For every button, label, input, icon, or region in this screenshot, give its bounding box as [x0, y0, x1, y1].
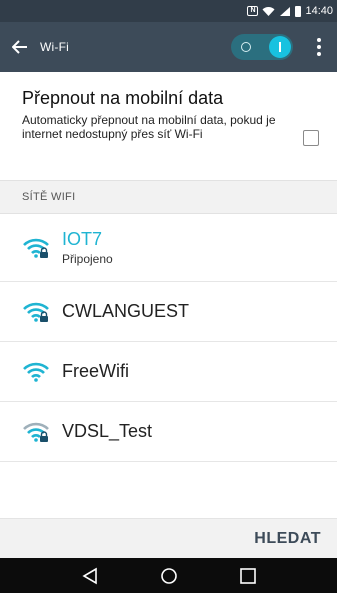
mobile-data-setting[interactable]: Přepnout na mobilní data Automaticky pře…: [0, 72, 337, 177]
wifi-open-icon: [23, 362, 49, 382]
wifi-locked-icon: [23, 422, 49, 442]
network-status: Připojeno: [62, 252, 113, 266]
wifi-toggle[interactable]: [231, 34, 293, 60]
network-name: FreeWifi: [62, 361, 129, 381]
toggle-knob: [269, 36, 291, 58]
section-header: SÍTĚ WIFI: [0, 180, 337, 214]
toggle-off-icon: [241, 42, 251, 52]
back-nav-icon[interactable]: [81, 567, 99, 585]
network-item[interactable]: CWLANGUEST: [0, 282, 337, 342]
network-name: VDSL_Test: [62, 421, 153, 441]
wifi-locked-icon: [23, 302, 49, 322]
network-list: IOT7 Připojeno CWLANGUEST FreeWifi VDSL_…: [0, 214, 337, 462]
nfc-icon: N: [247, 6, 259, 16]
network-item[interactable]: IOT7 Připojeno: [0, 214, 337, 282]
network-name: IOT7: [62, 229, 103, 249]
bottom-action-bar: HLEDAT: [0, 518, 337, 558]
status-bar: N 14:40: [0, 0, 337, 22]
network-item[interactable]: VDSL_Test: [0, 402, 337, 462]
cell-signal-icon: [280, 6, 291, 16]
overflow-menu-button[interactable]: [307, 22, 331, 72]
network-name: CWLANGUEST: [62, 301, 190, 321]
mobile-data-description: Automaticky přepnout na mobilní data, po…: [22, 113, 276, 141]
mobile-data-checkbox[interactable]: [303, 130, 319, 146]
network-item[interactable]: FreeWifi: [0, 342, 337, 402]
dot-icon: [317, 38, 321, 42]
arrow-left-icon: [12, 40, 27, 54]
back-button[interactable]: [0, 22, 40, 72]
navigation-bar: [0, 558, 337, 593]
home-nav-icon[interactable]: [160, 567, 178, 585]
recents-nav-icon[interactable]: [239, 567, 257, 585]
mobile-data-title: Přepnout na mobilní data: [22, 88, 224, 108]
wifi-signal-icon: [262, 6, 275, 16]
dot-icon: [317, 45, 321, 49]
page-title: Wi-Fi: [40, 40, 69, 54]
wifi-connected-icon: [23, 238, 49, 258]
search-button[interactable]: HLEDAT: [254, 530, 321, 548]
app-bar: Wi-Fi: [0, 22, 337, 72]
status-time: 14:40: [305, 5, 333, 17]
battery-icon: [295, 5, 302, 17]
dot-icon: [317, 52, 321, 56]
